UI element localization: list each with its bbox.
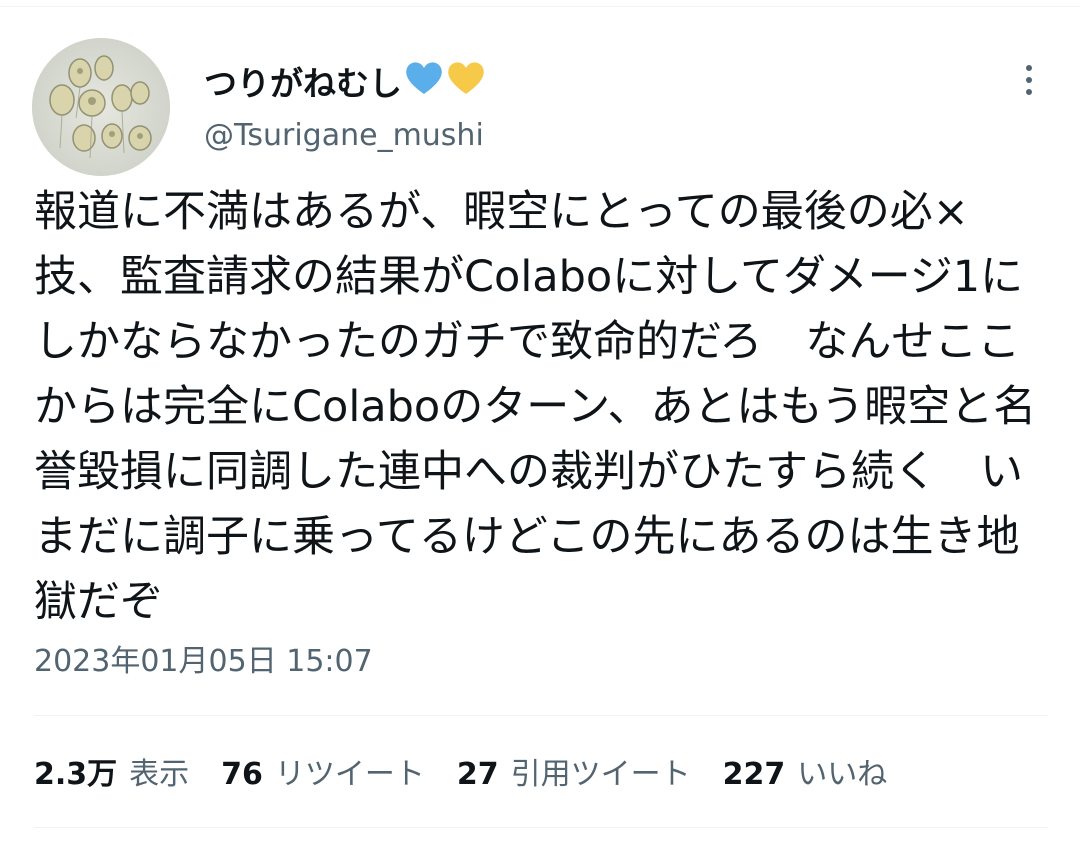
- more-dot: [1026, 77, 1032, 83]
- views-stat[interactable]: 2.3万 表示: [34, 749, 189, 793]
- quotes-stat[interactable]: 27 引用ツイート: [457, 749, 691, 793]
- tweet-stats: 2.3万 表示 76 リツイート 27 引用ツイート 227 いいね: [34, 748, 919, 794]
- tweet-detail: つりがねむし @Tsurigane_mushi 報道に不満はあるが、暇空にとって…: [0, 0, 1080, 845]
- views-label: 表示: [129, 757, 190, 792]
- quotes-count: 27: [456, 757, 499, 792]
- tweet-timestamp[interactable]: 2023年01月05日 15:07: [34, 640, 373, 684]
- yellow-heart-icon: [446, 60, 486, 108]
- avatar-image: [32, 38, 170, 176]
- quotes-label: 引用ツイート: [510, 757, 691, 792]
- likes-label: いいね: [797, 757, 888, 792]
- more-options-button[interactable]: [1012, 60, 1046, 100]
- views-count: 2.3万: [34, 757, 118, 792]
- retweets-count: 76: [221, 757, 263, 792]
- likes-count: 227: [722, 757, 786, 792]
- top-divider: [0, 6, 1080, 7]
- blue-heart-icon: [404, 60, 444, 108]
- more-dot: [1026, 89, 1032, 95]
- likes-stat[interactable]: 227 いいね: [723, 749, 888, 793]
- avatar[interactable]: [32, 38, 170, 176]
- stats-bottom-divider: [34, 827, 1048, 828]
- retweets-stat[interactable]: 76 リツイート: [221, 749, 425, 793]
- retweets-label: リツイート: [274, 757, 425, 792]
- user-handle[interactable]: @Tsurigane_mushi: [204, 115, 484, 157]
- tweet-text: 報道に不満はあるが、暇空にとっての最後の必×技、監査請求の結果がColaboに対…: [34, 187, 1037, 627]
- display-name-text: つりがねむし: [204, 64, 402, 103]
- more-vertical-icon: [1026, 65, 1032, 71]
- display-name[interactable]: つりがねむし: [204, 60, 486, 108]
- stats-top-divider: [34, 715, 1048, 716]
